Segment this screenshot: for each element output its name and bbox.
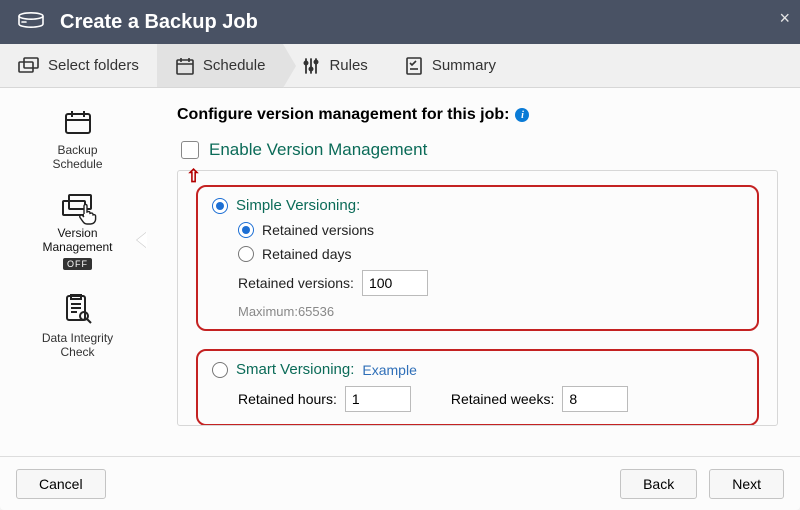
retained-versions-option[interactable]: Retained versions: [238, 222, 743, 238]
clipboard-search-icon: [63, 292, 93, 327]
active-pointer-icon: [137, 232, 147, 248]
info-icon[interactable]: i: [515, 108, 529, 122]
enable-label: Enable Version Management: [209, 140, 427, 160]
calendar-icon: [63, 108, 93, 139]
stack-icon: [61, 193, 95, 222]
wizard-steps: Select folders Schedule Rules Summary: [0, 44, 800, 88]
close-icon[interactable]: ×: [779, 8, 790, 29]
cancel-button[interactable]: Cancel: [16, 469, 106, 499]
summary-icon: [404, 56, 424, 76]
content-heading: Configure version management for this jo…: [177, 106, 778, 124]
sidenav-label: Backup Schedule: [52, 143, 102, 171]
annotation-arrow-icon: ⇧: [186, 166, 201, 187]
simple-title: Simple Versioning:: [236, 197, 360, 214]
step-label: Schedule: [203, 57, 266, 74]
off-badge: OFF: [63, 258, 92, 270]
dialog: Create a Backup Job × Select folders Sch…: [0, 0, 800, 510]
retained-versions-input[interactable]: [362, 270, 428, 296]
retained-weeks-input[interactable]: [562, 386, 628, 412]
sidenav-version-management[interactable]: Version Management OFF: [23, 187, 133, 276]
retained-versions-field: Retained versions:: [238, 270, 743, 296]
retained-days-option[interactable]: Retained days: [238, 246, 743, 262]
step-select-folders[interactable]: Select folders: [0, 44, 157, 87]
dialog-title: Create a Backup Job: [60, 11, 258, 34]
enable-checkbox[interactable]: [181, 141, 199, 159]
sidenav-backup-schedule[interactable]: Backup Schedule: [23, 102, 133, 177]
dialog-header: Create a Backup Job ×: [0, 0, 800, 44]
footer-right: Back Next: [620, 469, 784, 499]
retained-weeks-field: Retained weeks:: [451, 386, 629, 412]
enable-version-row[interactable]: Enable Version Management ⇧: [181, 140, 778, 160]
sidenav-label: Version Management: [42, 226, 112, 254]
smart-versioning-title-row[interactable]: Smart Versioning: Example: [212, 361, 743, 378]
smart-fields: Retained hours: Retained weeks:: [238, 386, 743, 412]
smart-radio[interactable]: [212, 362, 228, 378]
example-link[interactable]: Example: [362, 362, 416, 378]
heading-text: Configure version management for this jo…: [177, 106, 509, 124]
retained-hours-input[interactable]: [345, 386, 411, 412]
simple-radio[interactable]: [212, 198, 228, 214]
smart-versioning-group: Smart Versioning: Example Retained hours…: [196, 349, 759, 426]
next-button[interactable]: Next: [709, 469, 784, 499]
retained-hours-field: Retained hours:: [238, 386, 411, 412]
back-button[interactable]: Back: [620, 469, 697, 499]
cursor-hand-icon: [77, 203, 97, 228]
maximum-hint: Maximum:65536: [238, 304, 743, 319]
step-label: Select folders: [48, 57, 139, 74]
retained-days-radio[interactable]: [238, 246, 254, 262]
sidenav: Backup Schedule Version Management OFF D…: [0, 88, 155, 456]
folders-icon: [18, 57, 40, 75]
retained-versions-radio[interactable]: [238, 222, 254, 238]
step-label: Summary: [432, 57, 496, 74]
smart-title: Smart Versioning:: [236, 361, 354, 378]
step-rules[interactable]: Rules: [283, 44, 385, 87]
sidenav-data-integrity[interactable]: Data Integrity Check: [23, 286, 133, 365]
step-label: Rules: [329, 57, 367, 74]
opt-label: Retained versions: [262, 222, 374, 238]
dialog-footer: Cancel Back Next: [0, 456, 800, 510]
calendar-icon: [175, 56, 195, 76]
simple-versioning-group: Simple Versioning: Retained versions Ret…: [196, 185, 759, 331]
field-label: Retained hours:: [238, 391, 337, 407]
content-pane: Configure version management for this jo…: [155, 88, 800, 456]
opt-label: Retained days: [262, 246, 352, 262]
sliders-icon: [301, 56, 321, 76]
disk-icon: [16, 11, 46, 33]
field-label: Retained versions:: [238, 275, 354, 291]
simple-versioning-title-row[interactable]: Simple Versioning:: [212, 197, 743, 214]
sidenav-label: Data Integrity Check: [42, 331, 113, 359]
step-schedule[interactable]: Schedule: [157, 44, 284, 87]
version-panel: Simple Versioning: Retained versions Ret…: [177, 170, 778, 426]
dialog-body: Backup Schedule Version Management OFF D…: [0, 88, 800, 456]
simple-sub-options: Retained versions Retained days Retained…: [238, 222, 743, 319]
field-label: Retained weeks:: [451, 391, 555, 407]
step-summary[interactable]: Summary: [386, 44, 514, 87]
